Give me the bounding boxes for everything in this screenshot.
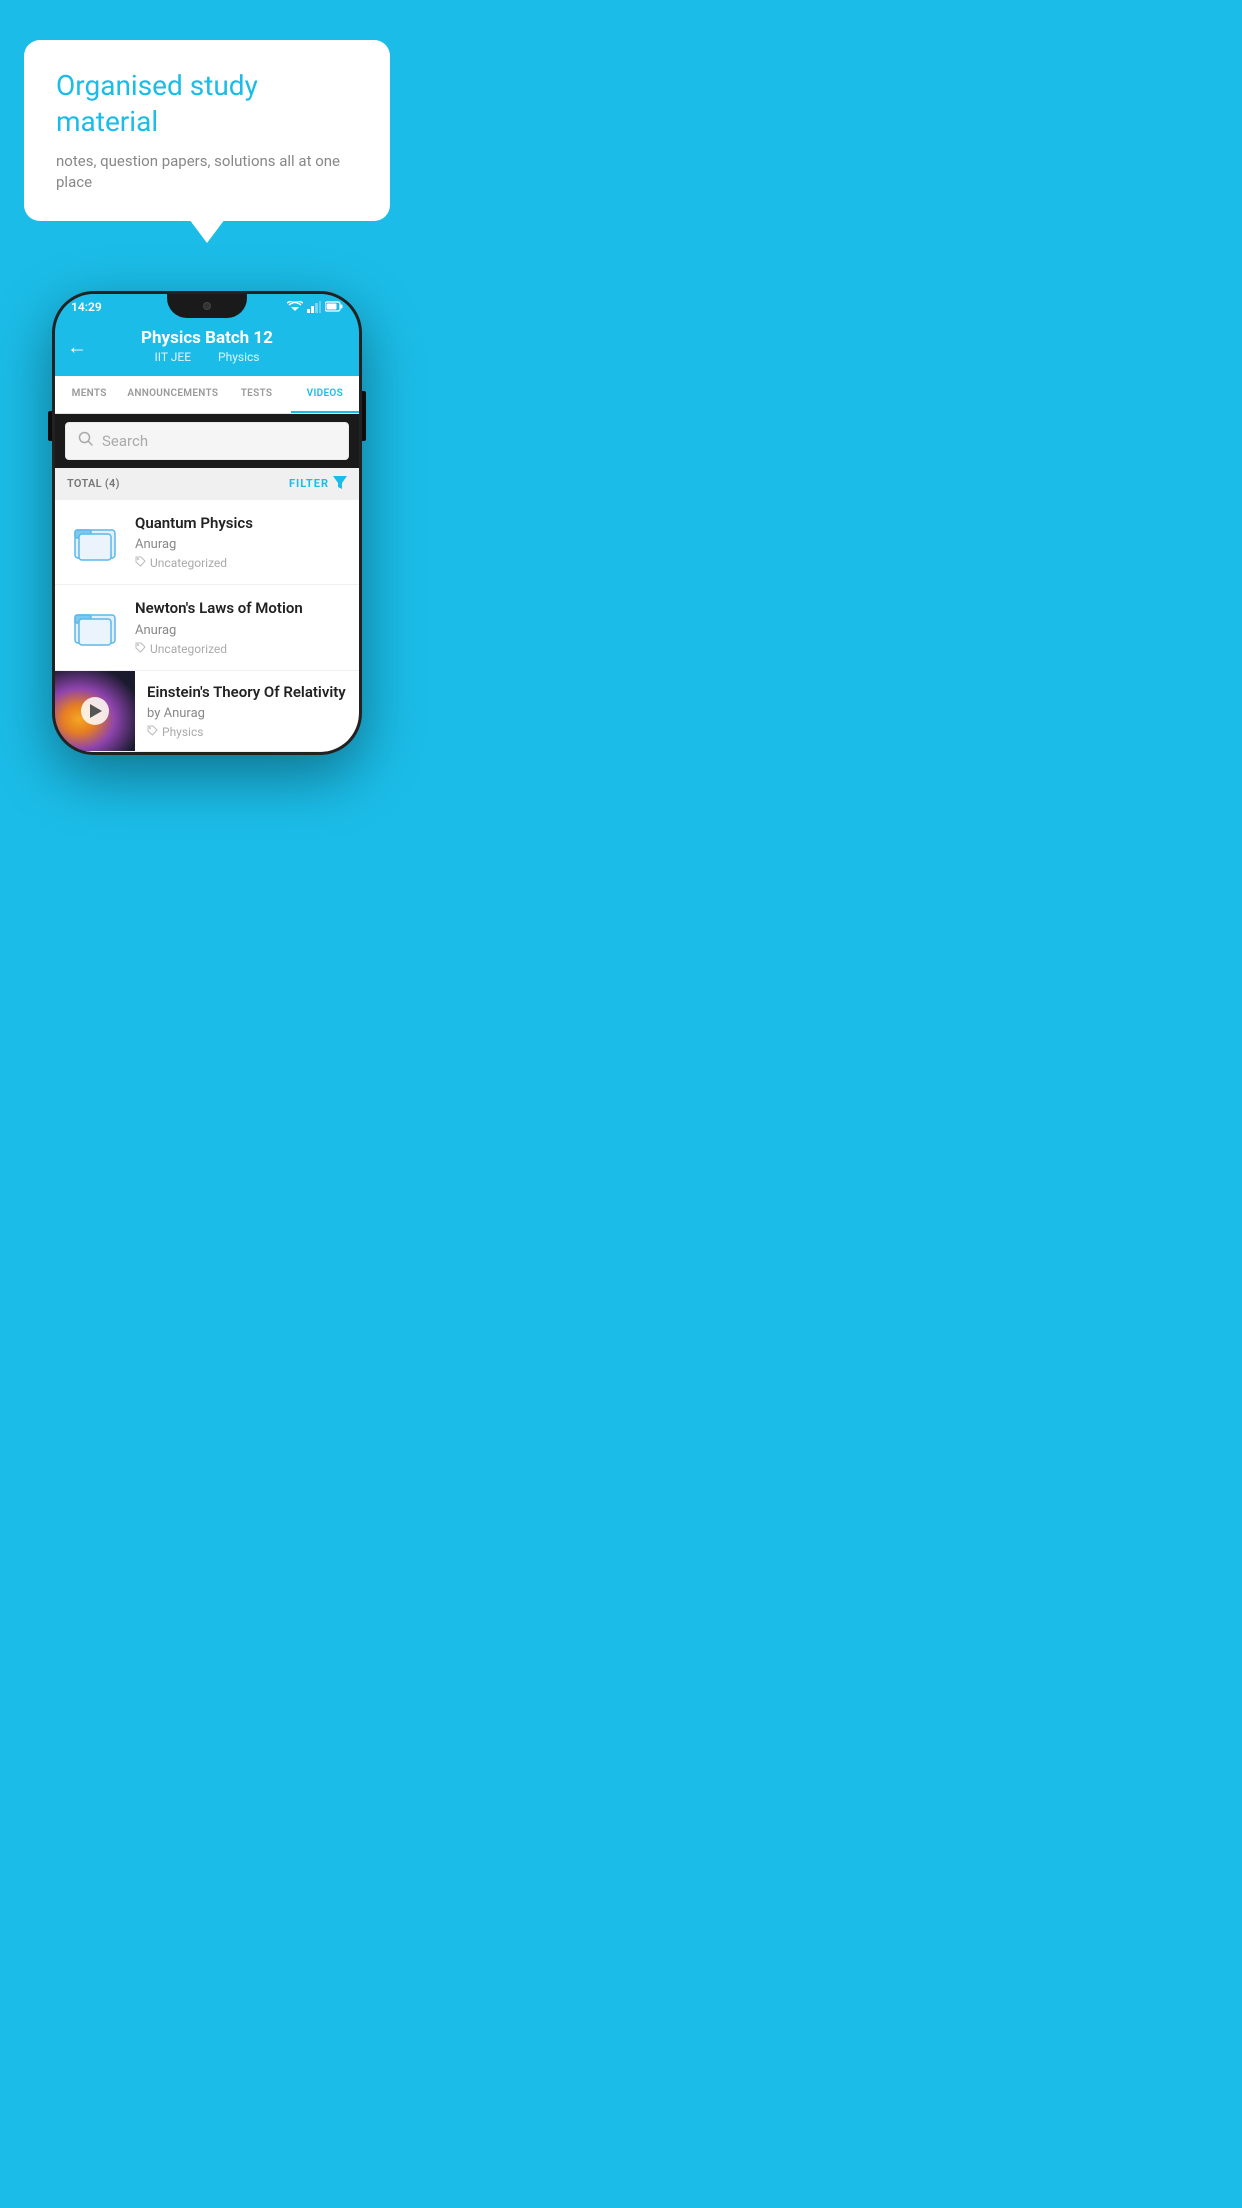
video-author: Anurag xyxy=(135,623,347,638)
back-button[interactable]: ← xyxy=(67,334,87,359)
video-title: Quantum Physics xyxy=(135,514,347,534)
list-item[interactable]: Newton's Laws of Motion Anurag Uncategor… xyxy=(55,585,359,671)
video-tag: Uncategorized xyxy=(135,642,347,656)
header-title: Physics Batch 12 xyxy=(71,328,343,348)
phone-outer: 14:29 xyxy=(52,291,362,756)
phone-screen: 14:29 xyxy=(55,294,359,753)
filter-icon xyxy=(333,476,347,492)
video-tag: Uncategorized xyxy=(135,556,347,570)
tag-icon xyxy=(135,642,146,656)
phone-mockup: 14:29 xyxy=(52,291,362,756)
filter-bar: TOTAL (4) FILTER xyxy=(55,468,359,500)
promo-subtitle: notes, question papers, solutions all at… xyxy=(56,151,358,193)
video-author: Anurag xyxy=(135,537,347,552)
tab-videos[interactable]: VIDEOS xyxy=(291,376,359,413)
video-info-einstein: Einstein's Theory Of Relativity by Anura… xyxy=(147,671,359,752)
speech-bubble: Organised study material notes, question… xyxy=(24,40,390,221)
folder-icon xyxy=(73,520,117,564)
play-triangle-icon xyxy=(90,704,102,718)
tab-ments[interactable]: MENTS xyxy=(55,376,123,413)
search-bar[interactable]: Search xyxy=(65,422,349,460)
status-time: 14:29 xyxy=(71,300,102,314)
folder-icon xyxy=(73,605,117,649)
video-author: by Anurag xyxy=(147,706,347,721)
video-thumbnail-einstein xyxy=(55,671,135,751)
video-title: Einstein's Theory Of Relativity xyxy=(147,683,347,703)
video-list: Quantum Physics Anurag Uncategorized xyxy=(55,500,359,753)
folder-thumbnail-newton xyxy=(67,599,123,655)
video-info-quantum: Quantum Physics Anurag Uncategorized xyxy=(135,514,347,571)
tab-announcements[interactable]: ANNOUNCEMENTS xyxy=(123,376,222,413)
status-icons xyxy=(287,301,343,313)
play-button[interactable] xyxy=(81,697,109,725)
tabs-bar: MENTS ANNOUNCEMENTS TESTS VIDEOS xyxy=(55,376,359,414)
list-item[interactable]: Einstein's Theory Of Relativity by Anura… xyxy=(55,671,359,753)
filter-label: FILTER xyxy=(289,477,329,490)
tag-icon xyxy=(147,725,158,739)
subtitle-iitjee: IIT JEE xyxy=(155,350,192,364)
filter-button[interactable]: FILTER xyxy=(289,476,347,492)
video-tag: Physics xyxy=(147,725,347,739)
search-placeholder: Search xyxy=(102,432,148,450)
camera xyxy=(203,302,211,310)
phone-notch xyxy=(167,294,247,318)
folder-thumbnail-quantum xyxy=(67,514,123,570)
tab-tests[interactable]: TESTS xyxy=(222,376,290,413)
signal-icon xyxy=(307,301,321,313)
tag-label: Uncategorized xyxy=(150,642,227,656)
tag-icon xyxy=(135,556,146,570)
tag-label: Uncategorized xyxy=(150,556,227,570)
promo-section: Organised study material notes, question… xyxy=(0,0,414,241)
video-title: Newton's Laws of Motion xyxy=(135,599,347,619)
subtitle-physics: Physics xyxy=(218,350,259,364)
phone-wrapper: 14:29 xyxy=(0,291,414,756)
wifi-icon xyxy=(287,301,303,313)
header-subtitle: IIT JEE Physics xyxy=(71,350,343,364)
tag-label: Physics xyxy=(162,725,203,739)
power-button xyxy=(362,391,366,441)
list-item[interactable]: Quantum Physics Anurag Uncategorized xyxy=(55,500,359,586)
promo-title: Organised study material xyxy=(56,68,358,141)
app-header: ← Physics Batch 12 IIT JEE Physics xyxy=(55,318,359,376)
video-info-newton: Newton's Laws of Motion Anurag Uncategor… xyxy=(135,599,347,656)
search-icon xyxy=(78,431,94,451)
total-count: TOTAL (4) xyxy=(67,477,120,490)
battery-icon xyxy=(325,301,343,312)
